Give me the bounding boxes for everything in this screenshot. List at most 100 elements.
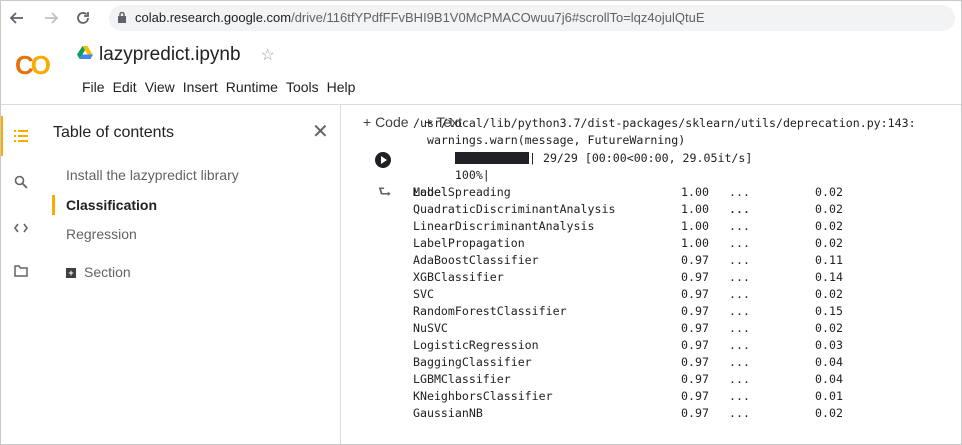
value-1: 0.97 — [681, 253, 709, 267]
value-1: 0.97 — [681, 406, 709, 420]
elided-dots: ... — [729, 321, 750, 335]
arrow-left-icon[interactable] — [6, 7, 28, 29]
value-1: 1.00 — [681, 185, 709, 199]
value-2: 0.15 — [815, 304, 843, 318]
elided-dots: ... — [729, 406, 750, 420]
star-icon[interactable]: ☆ — [261, 45, 275, 65]
close-icon[interactable]: ✕ — [312, 119, 329, 144]
search-icon[interactable] — [12, 173, 30, 191]
value-2: 0.02 — [815, 406, 843, 420]
notebook-name[interactable]: lazypredict.ipynb — [99, 44, 241, 66]
value-2: 0.04 — [815, 372, 843, 386]
value-1: 0.97 — [681, 355, 709, 369]
code-snippets-icon[interactable] — [12, 219, 30, 237]
value-1: 1.00 — [681, 236, 709, 250]
model-name: AdaBoostClassifier — [413, 253, 539, 267]
table-row: AdaBoostClassifier 0.97... 0.11 — [413, 252, 961, 269]
model-name: XGBClassifier — [413, 270, 504, 284]
reload-icon[interactable] — [72, 7, 94, 29]
model-name: LabelSpreading — [413, 185, 511, 199]
elided-dots: ... — [729, 355, 750, 369]
toc-item-classification[interactable]: Classification — [66, 197, 157, 213]
table-row: RandomForestClassifier 0.97... 0.15 — [413, 303, 961, 320]
address-bar[interactable]: colab.research.google.com/drive/116tfYPd… — [109, 5, 955, 31]
url-text: colab.research.google.com/drive/116tfYPd… — [135, 10, 705, 25]
menu-bar: File Edit View Insert Runtime Tools Help — [78, 79, 359, 95]
model-name: RandomForestClassifier — [413, 304, 567, 318]
menu-help[interactable]: Help — [323, 79, 360, 95]
elided-dots: ... — [729, 202, 750, 216]
toc-item-section-label: Section — [84, 264, 131, 280]
value-1: 0.97 — [681, 372, 709, 386]
value-1: 0.97 — [681, 389, 709, 403]
notebook-area: + Code + Text ⮑ /usr/local/lib/python3.7… — [341, 105, 962, 445]
table-header: Model ... — [413, 167, 961, 216]
toc-item-regression[interactable]: Regression — [66, 226, 137, 242]
elided-dots: ... — [729, 219, 750, 233]
table-row: KNeighborsClassifier 0.97... 0.01 — [413, 388, 961, 405]
output-line: warnings.warn(message, FutureWarning) — [413, 133, 686, 147]
progress-line: 100%| | 29/29 [00:00<00:00, 29.05it/s] — [413, 150, 961, 182]
section-icon: + — [66, 268, 76, 278]
model-name: LabelPropagation — [413, 236, 525, 250]
elided-dots: ... — [729, 389, 750, 403]
progress-bar — [455, 152, 529, 164]
table-row: LabelPropagation 1.00... 0.02 — [413, 235, 961, 252]
model-name: NuSVC — [413, 321, 448, 335]
table-row: SVC 0.97... 0.02 — [413, 286, 961, 303]
table-row: LinearDiscriminantAnalysis 1.00... 0.02 — [413, 218, 961, 235]
notebook-title: lazypredict.ipynb ☆ — [77, 44, 275, 66]
menu-view[interactable]: View — [141, 79, 179, 95]
value-1: 0.97 — [681, 338, 709, 352]
toc-panel: Table of contents ✕ Install the lazypred… — [42, 105, 341, 445]
output-line: /usr/local/lib/python3.7/dist-packages/s… — [413, 116, 916, 130]
elided-dots: ... — [729, 304, 750, 318]
elided-dots: ... — [729, 236, 750, 250]
value-2: 0.02 — [815, 321, 843, 335]
table-of-contents-icon[interactable] — [12, 127, 30, 145]
value-1: 0.97 — [681, 287, 709, 301]
progress-status: | 29/29 [00:00<00:00, 29.05it/s] — [529, 151, 753, 165]
value-2: 0.02 — [815, 219, 843, 233]
menu-runtime[interactable]: Runtime — [222, 79, 282, 95]
folder-icon[interactable] — [12, 262, 30, 280]
value-2: 0.02 — [815, 185, 843, 199]
menu-file[interactable]: File — [78, 79, 109, 95]
model-name: GaussianNB — [413, 406, 483, 420]
elided-dots: ... — [729, 372, 750, 386]
add-code-button[interactable]: + Code — [363, 114, 409, 130]
colab-logo[interactable]: CO — [15, 50, 51, 81]
table-row: NuSVC 0.97... 0.02 — [413, 320, 961, 337]
elided-dots: ... — [729, 338, 750, 352]
toc-title: Table of contents — [53, 124, 174, 141]
value-2: 0.02 — [815, 202, 843, 216]
menu-insert[interactable]: Insert — [179, 79, 222, 95]
menu-tools[interactable]: Tools — [282, 79, 323, 95]
value-1: 0.97 — [681, 270, 709, 284]
run-cell-button[interactable] — [375, 152, 391, 168]
value-1: 1.00 — [681, 202, 709, 216]
active-indicator — [0, 116, 3, 156]
toc-item-section[interactable]: + Section — [66, 264, 131, 280]
toc-item-install[interactable]: Install the lazypredict library — [66, 167, 239, 183]
menu-edit[interactable]: Edit — [109, 79, 141, 95]
table-row: LogisticRegression 0.97... 0.03 — [413, 337, 961, 354]
elided-dots: ... — [729, 287, 750, 301]
table-row: GaussianNB 0.97... 0.02 — [413, 405, 961, 422]
side-rail — [0, 105, 42, 445]
value-1: 0.97 — [681, 321, 709, 335]
arrow-right-icon[interactable] — [40, 7, 62, 29]
value-2: 0.02 — [815, 236, 843, 250]
model-name: LogisticRegression — [413, 338, 539, 352]
value-2: 0.03 — [815, 338, 843, 352]
value-2: 0.11 — [815, 253, 843, 267]
google-drive-icon — [77, 45, 93, 65]
elided-dots: ... — [729, 270, 750, 284]
table-row: LGBMClassifier 0.97... 0.04 — [413, 371, 961, 388]
value-1: 1.00 — [681, 219, 709, 233]
elided-dots: ... — [729, 253, 750, 267]
output-arrow-icon[interactable]: ⮑ — [378, 182, 392, 207]
model-name: LGBMClassifier — [413, 372, 511, 386]
table-row: XGBClassifier 0.97... 0.14 — [413, 269, 961, 286]
model-name: LinearDiscriminantAnalysis — [413, 219, 595, 233]
